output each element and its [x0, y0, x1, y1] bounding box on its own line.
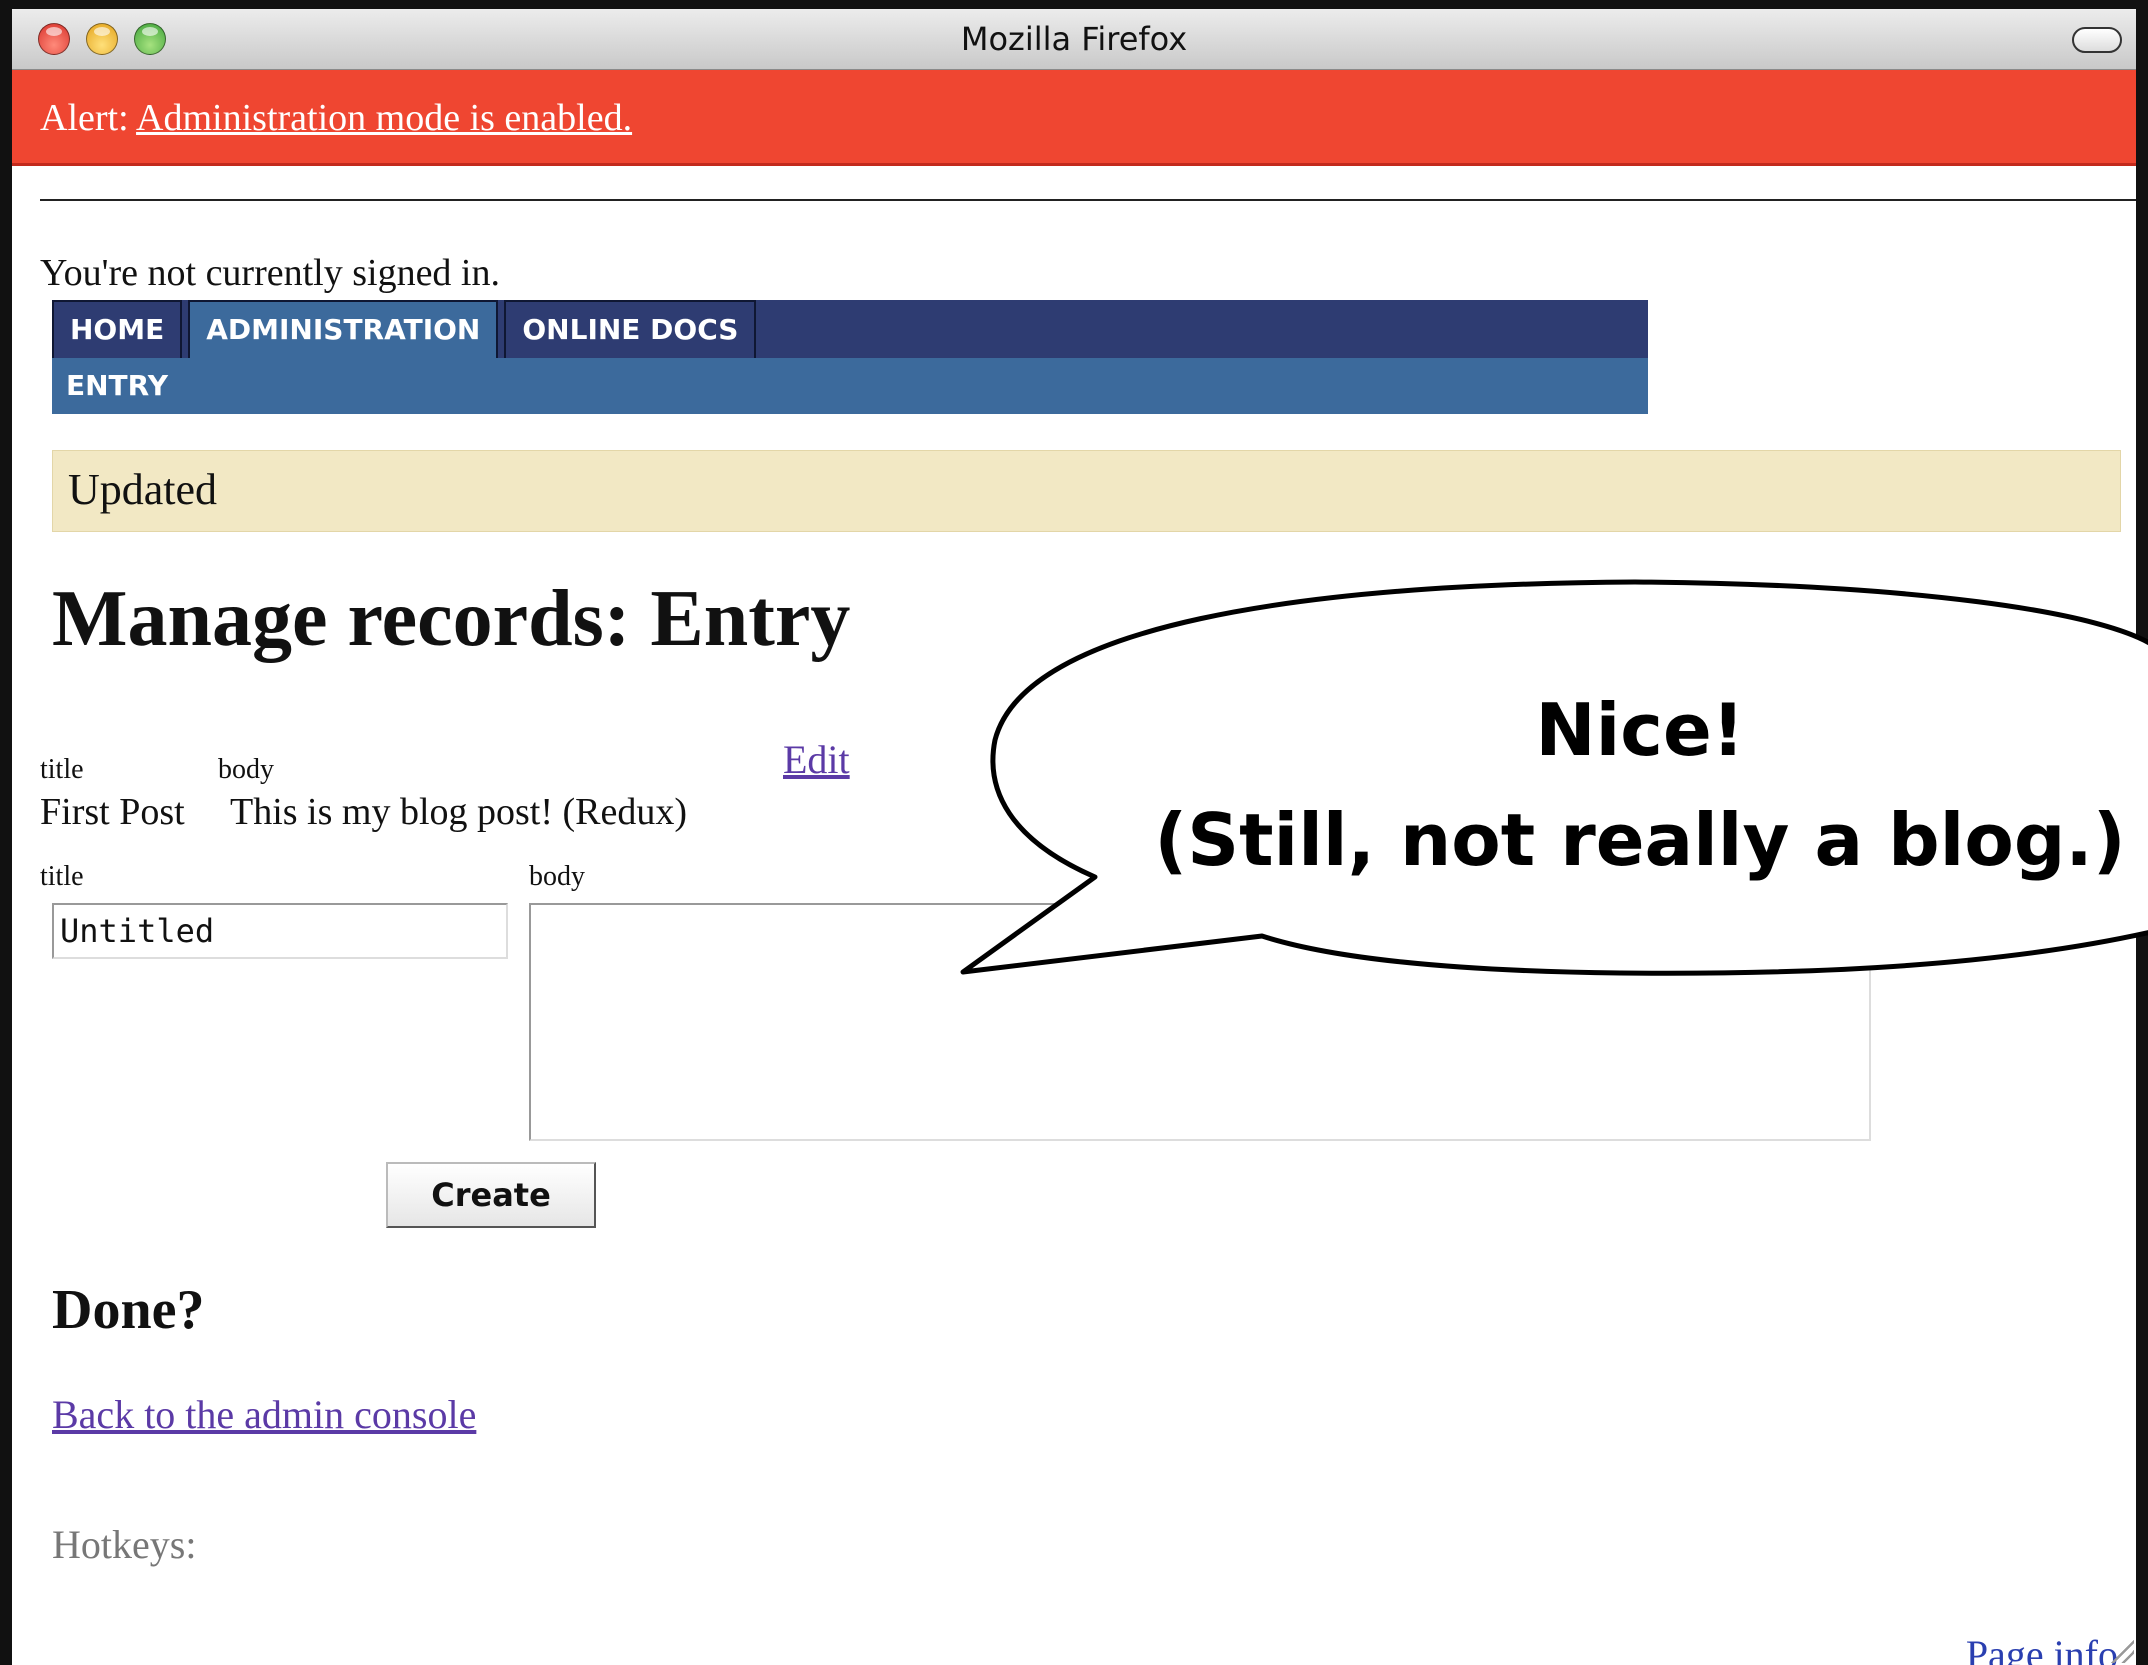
speech-bubble-text: Nice! (Still, not really a blog.): [1130, 675, 2148, 895]
resize-grip-icon[interactable]: [2108, 1637, 2134, 1663]
record-title-cell: First Post: [40, 791, 185, 833]
column-header-title: title: [40, 754, 84, 785]
window-title: Mozilla Firefox: [960, 20, 1188, 58]
title-bar[interactable]: Mozilla Firefox: [12, 9, 2136, 70]
edit-link[interactable]: Edit: [783, 736, 850, 783]
hotkeys-label: Hotkeys:: [52, 1522, 197, 1567]
body-field-label: body: [529, 861, 585, 892]
toolbar-toggle-button[interactable]: [2072, 27, 2122, 53]
done-heading: Done?: [52, 1279, 205, 1341]
page-content: You're not currently signed in. HOME ADM…: [40, 166, 2136, 1665]
subnav-entry: ENTRY: [52, 358, 1648, 414]
horizontal-rule: [40, 199, 2136, 201]
callout-line-2: (Still, not really a blog.): [1154, 798, 2126, 882]
back-to-admin-console-link[interactable]: Back to the admin console: [52, 1391, 476, 1438]
alert-prefix: Alert:: [40, 97, 129, 139]
alert-bar: Alert: Administration mode is enabled.: [12, 70, 2136, 166]
admin-mode-link[interactable]: Administration mode is enabled.: [136, 97, 632, 139]
callout-line-1: Nice!: [1535, 688, 1745, 772]
record-body-cell: This is my blog post! (Redux): [230, 791, 688, 833]
create-button[interactable]: Create: [386, 1162, 596, 1228]
body-textarea[interactable]: [529, 903, 1871, 1141]
nav-tabs: HOME ADMINISTRATION ONLINE DOCS: [52, 300, 1648, 358]
subnav-item-entry[interactable]: ENTRY: [66, 369, 168, 402]
main-navigation: HOME ADMINISTRATION ONLINE DOCS ENTRY: [52, 300, 1648, 414]
title-field-label: title: [40, 861, 84, 892]
page-title: Manage records: Entry: [52, 575, 851, 663]
flash-message: Updated: [52, 450, 2121, 532]
tab-administration[interactable]: ADMINISTRATION: [188, 300, 499, 358]
title-input[interactable]: [52, 903, 508, 959]
column-header-body: body: [218, 754, 274, 785]
tab-online-docs[interactable]: ONLINE DOCS: [504, 300, 757, 358]
page-info-link[interactable]: Page info: [1966, 1631, 2118, 1665]
tab-home[interactable]: HOME: [52, 300, 183, 358]
signin-status: You're not currently signed in.: [40, 252, 500, 294]
